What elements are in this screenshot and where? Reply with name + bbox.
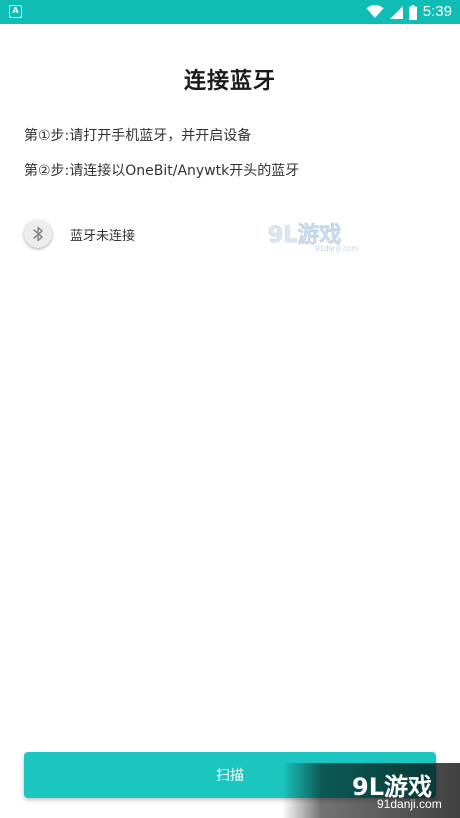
watermark-logo-bottom: 9L游戏 91danji.com [282, 763, 460, 818]
status-icons: 5:39 [366, 3, 452, 21]
status-bar: A 5:39 [0, 0, 460, 24]
watermark-url-top: 91danji.com [315, 244, 358, 253]
status-time: 5:39 [422, 3, 452, 20]
cell-signal-icon [389, 5, 403, 19]
instruction-step-1: 第①步:请打开手机蓝牙，并开启设备 [24, 128, 252, 144]
bluetooth-status-row: 蓝牙未连接 [24, 219, 135, 249]
battery-icon [408, 4, 417, 20]
scan-button-label: 扫描 [216, 768, 244, 784]
bluetooth-icon [24, 220, 52, 248]
page-title: 连接蓝牙 [183, 69, 276, 94]
bluetooth-status-label: 蓝牙未连接 [70, 228, 136, 244]
watermark-logo-top: 9L游戏 91danji.com [268, 222, 358, 253]
wifi-icon [366, 5, 384, 18]
instruction-step-2: 第②步:请连接以OneBit/Anywtk开头的蓝牙 [24, 163, 300, 179]
notification-a-icon: A [9, 5, 22, 18]
watermark-url: 91danji.com [377, 797, 442, 811]
